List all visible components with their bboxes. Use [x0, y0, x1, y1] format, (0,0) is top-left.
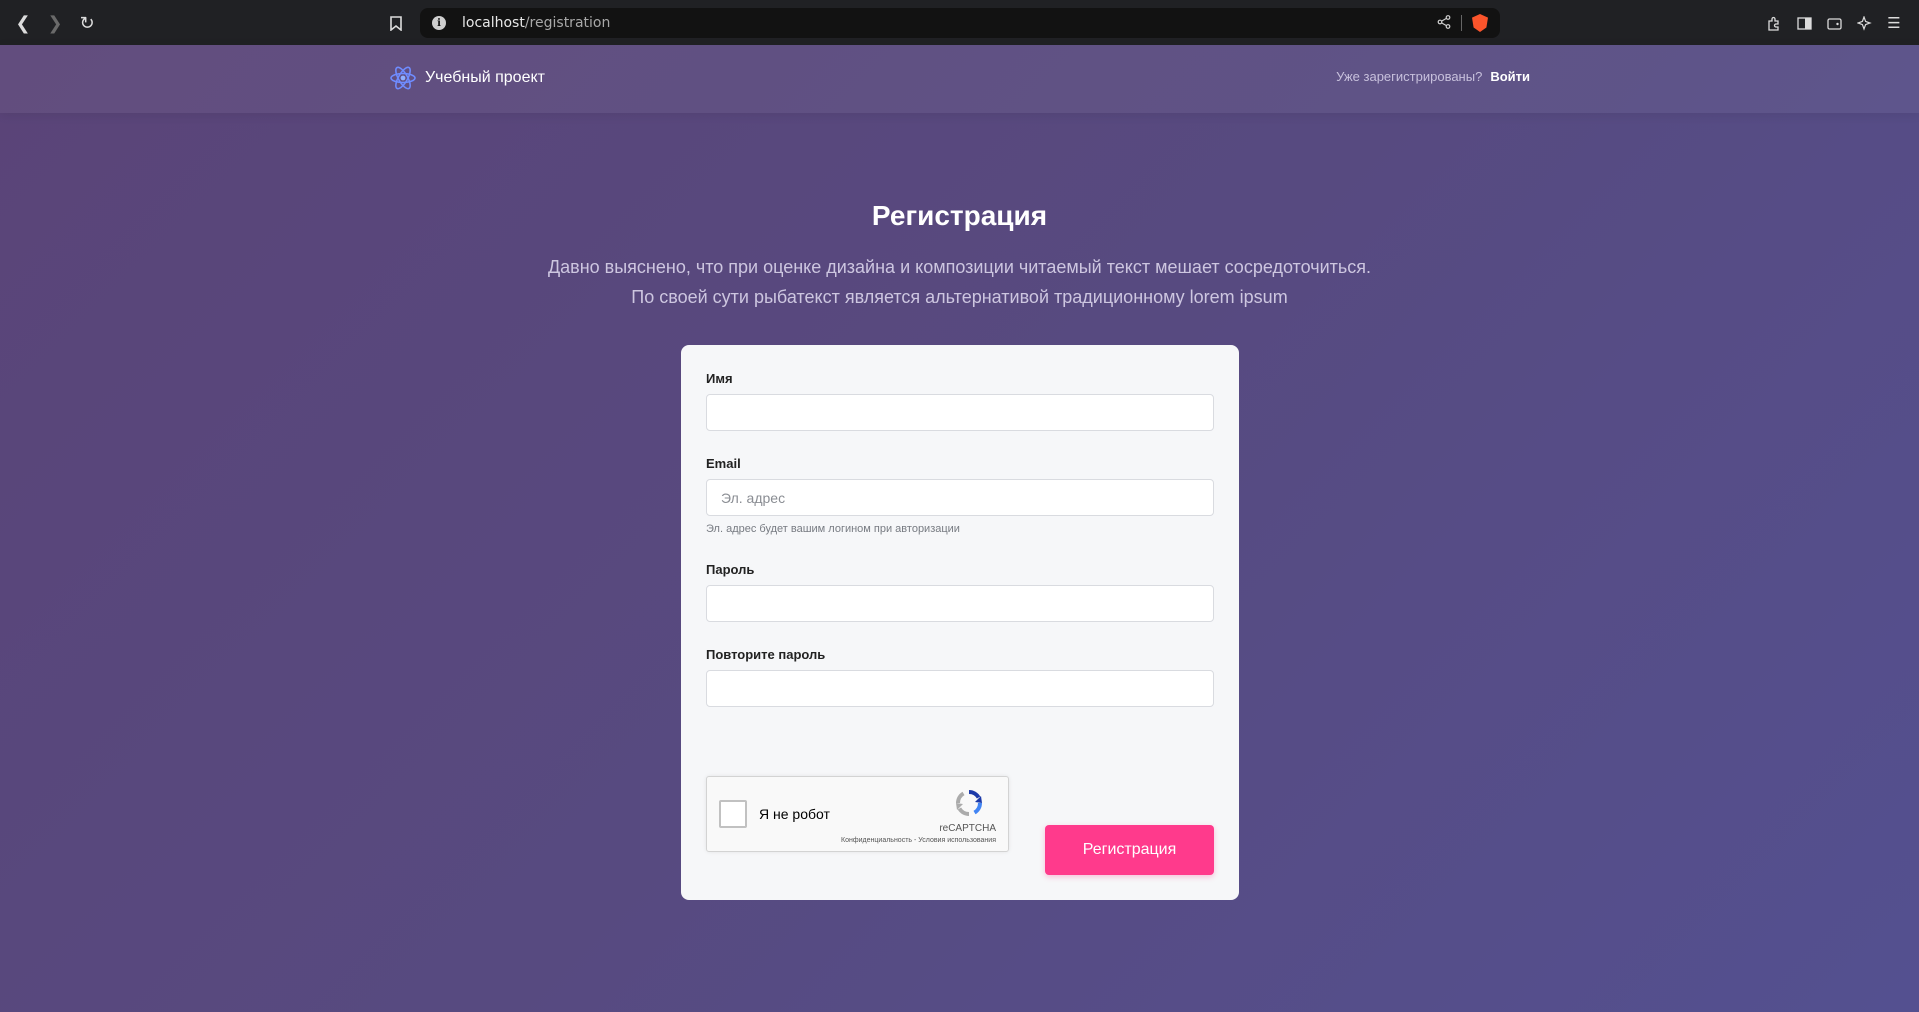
- password-label: Пароль: [706, 562, 755, 577]
- already-registered-text: Уже зарегистрированы?: [1336, 69, 1483, 84]
- email-label: Email: [706, 456, 741, 471]
- address-bar-actions: [1437, 14, 1488, 32]
- password-field-group: Пароль: [706, 562, 1214, 622]
- recaptcha-widget: Я не робот reCAPTCHA Конфиденциальность …: [706, 776, 1009, 852]
- leo-ai-icon[interactable]: [1849, 8, 1879, 38]
- password-repeat-input[interactable]: [706, 670, 1214, 707]
- menu-icon[interactable]: ☰: [1879, 8, 1909, 38]
- site-info-icon[interactable]: i: [432, 16, 446, 30]
- browser-toolbar: ❮ ❯ ↻ i localhost/registration ☰: [0, 0, 1919, 45]
- back-icon[interactable]: ❮: [8, 8, 38, 38]
- address-bar[interactable]: i localhost/registration: [420, 8, 1500, 38]
- description-line-1: Давно выяснено, что при оценке дизайна и…: [547, 257, 1372, 277]
- url-path: /registration: [524, 15, 611, 31]
- sidebar-toggle-icon[interactable]: [1789, 8, 1819, 38]
- recaptcha-label: Я не робот: [759, 806, 830, 822]
- login-link[interactable]: Войти: [1490, 69, 1530, 84]
- reload-icon[interactable]: ↻: [72, 8, 102, 38]
- recaptcha-logo-icon: [955, 789, 983, 817]
- atom-logo-icon: [390, 66, 416, 90]
- address-bar-divider: [1461, 15, 1462, 31]
- name-input[interactable]: [706, 394, 1214, 431]
- browser-actions: ☰: [1759, 8, 1909, 38]
- bookmark-icon[interactable]: [381, 8, 411, 38]
- description-line-2: По своей сути рыбатекст является альтерн…: [631, 287, 1288, 307]
- extensions-icon[interactable]: [1759, 8, 1789, 38]
- email-input[interactable]: [706, 479, 1214, 516]
- share-icon[interactable]: [1437, 14, 1451, 32]
- recaptcha-terms-link[interactable]: Условия использования: [918, 837, 996, 844]
- url-host: localhost: [462, 15, 525, 31]
- page-description: Давно выяснено, что при оценке дизайна и…: [0, 252, 1919, 312]
- page-title: Регистрация: [871, 200, 1048, 231]
- wallet-icon[interactable]: [1819, 8, 1849, 38]
- name-field-group: Имя: [706, 371, 1214, 431]
- recaptcha-checkbox[interactable]: [719, 800, 747, 828]
- brand-name: Учебный проект: [425, 69, 545, 86]
- brand[interactable]: Учебный проект: [389, 64, 545, 92]
- forward-icon[interactable]: ❯: [40, 8, 70, 38]
- password-repeat-label: Повторите пароль: [706, 647, 826, 662]
- password-repeat-field-group: Повторите пароль: [706, 647, 1214, 707]
- recaptcha-privacy-link[interactable]: Конфиденциальность: [841, 837, 912, 844]
- header-auth: Уже зарегистрированы? Войти: [1336, 69, 1530, 84]
- url-text: localhost/registration: [462, 15, 610, 31]
- brave-shields-icon[interactable]: [1472, 14, 1488, 32]
- email-field-group: Email Эл. адрес будет вашим логином при …: [706, 456, 1214, 535]
- password-input[interactable]: [706, 585, 1214, 622]
- email-hint: Эл. адрес будет вашим логином при автори…: [706, 523, 960, 535]
- site-header: Учебный проект Уже зарегистрированы? Вой…: [0, 45, 1919, 113]
- name-label: Имя: [706, 371, 733, 386]
- browser-nav-group: ❮ ❯ ↻: [8, 8, 102, 38]
- recaptcha-brand: reCAPTCHA: [939, 823, 996, 834]
- registration-form: Имя Email Эл. адрес будет вашим логином …: [681, 345, 1239, 900]
- register-button[interactable]: Регистрация: [1045, 825, 1214, 875]
- page: Учебный проект Уже зарегистрированы? Вой…: [0, 45, 1919, 1012]
- recaptcha-links: Конфиденциальность - Условия использован…: [841, 837, 996, 844]
